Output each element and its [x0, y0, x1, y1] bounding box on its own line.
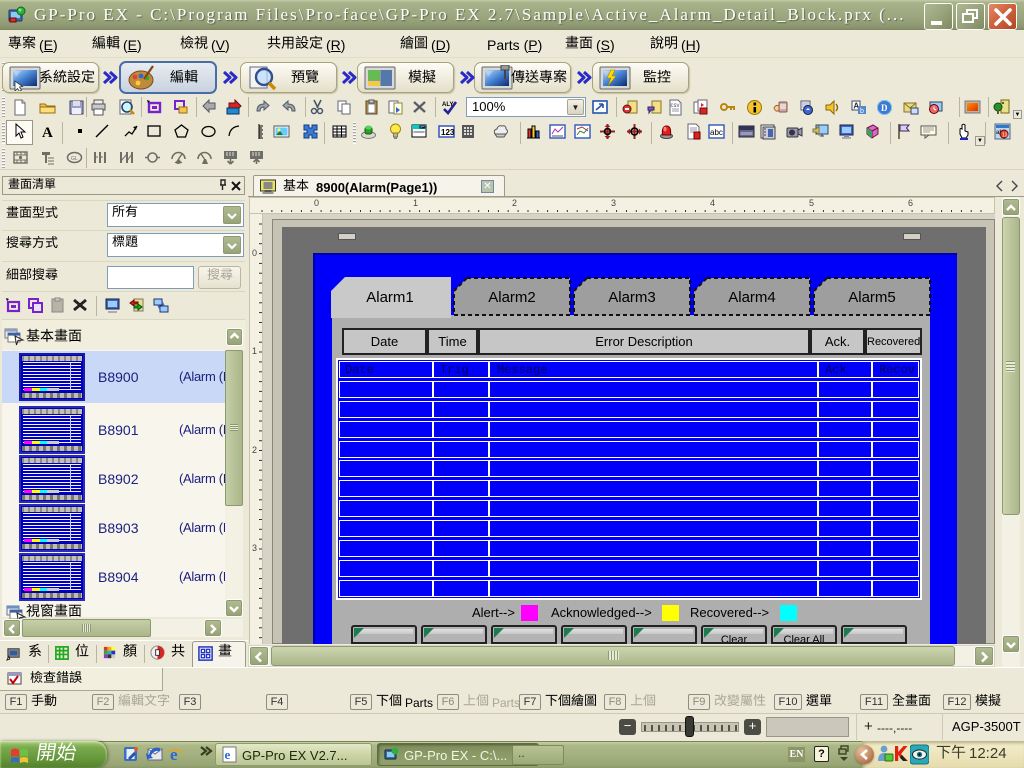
svg-text:CSV: CSV	[671, 103, 680, 109]
svg-text:e: e	[225, 747, 231, 762]
svg-text:13: 13	[1002, 133, 1008, 139]
svg-text:e: e	[170, 745, 178, 764]
svg-text:D: D	[881, 103, 888, 113]
svg-text:b: b	[860, 108, 864, 115]
svg-text:GL: GL	[71, 156, 78, 162]
svg-text:abc: abc	[710, 128, 723, 137]
svg-text:123: 123	[441, 128, 455, 137]
svg-text:A: A	[42, 125, 53, 140]
